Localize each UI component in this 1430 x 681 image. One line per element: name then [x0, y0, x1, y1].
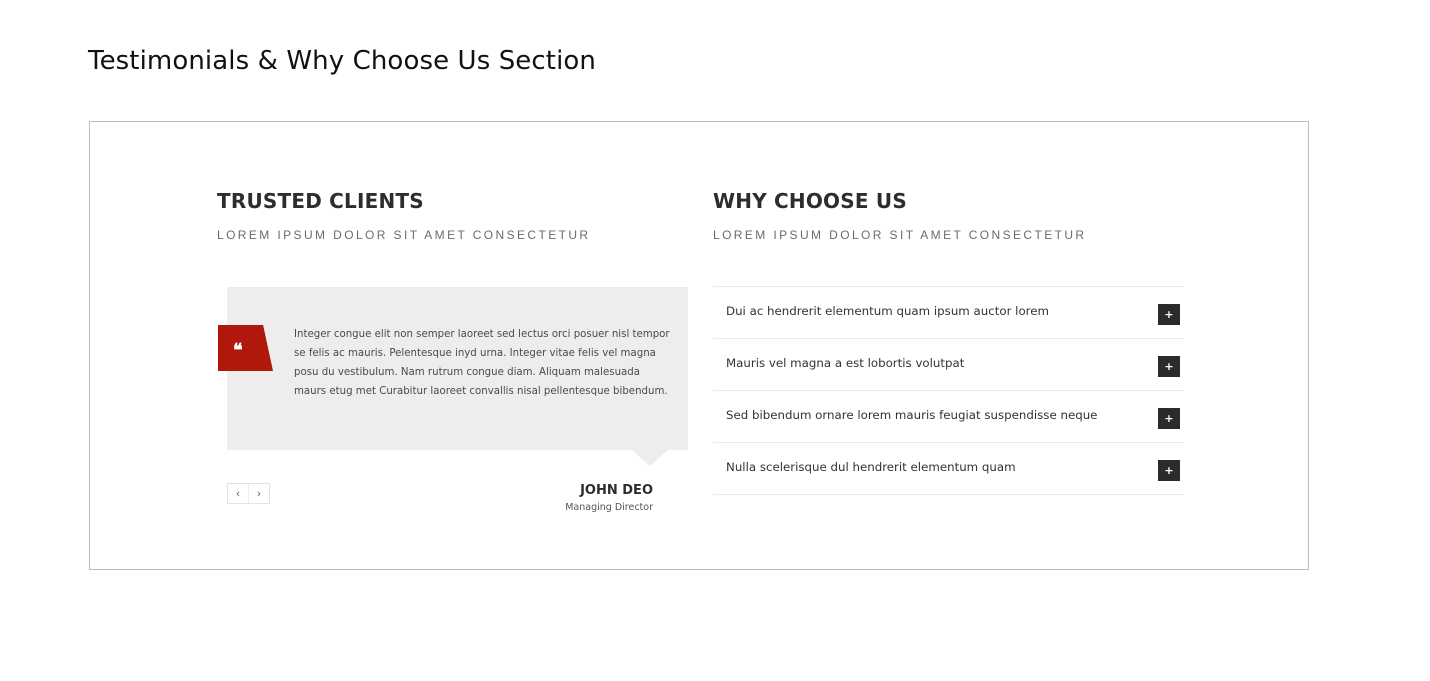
- accordion-item[interactable]: Nulla scelerisque dul hendrerit elementu…: [713, 443, 1184, 495]
- author-role: Managing Director: [565, 502, 653, 513]
- why-choose-us-heading: WHY CHOOSE US: [713, 189, 907, 213]
- accordion-item[interactable]: Sed bibendum ornare lorem mauris feugiat…: [713, 391, 1184, 443]
- testimonial-text: Integer congue elit non semper laoreet s…: [294, 329, 670, 397]
- quote-box-tail: [650, 450, 668, 466]
- author-name: JOHN DEO: [580, 483, 653, 498]
- accordion-item-label: Mauris vel magna a est lobortis volutpat: [726, 356, 965, 370]
- why-choose-us-accordion: Dui ac hendrerit elementum quam ipsum au…: [713, 286, 1184, 495]
- accordion-item-label: Nulla scelerisque dul hendrerit elementu…: [726, 460, 1016, 474]
- why-choose-us-subheading: LOREM IPSUM DOLOR SIT AMET CONSECTETUR: [713, 228, 1087, 242]
- chevron-right-icon[interactable]: ›: [248, 484, 269, 503]
- testimonial-nav: ‹ ›: [227, 483, 270, 504]
- chevron-left-icon[interactable]: ‹: [228, 484, 248, 503]
- plus-icon[interactable]: +: [1158, 460, 1180, 481]
- trusted-clients-subheading: LOREM IPSUM DOLOR SIT AMET CONSECTETUR: [217, 228, 591, 242]
- plus-icon[interactable]: +: [1158, 304, 1180, 325]
- trusted-clients-heading: TRUSTED CLIENTS: [217, 189, 424, 213]
- accordion-item-label: Dui ac hendrerit elementum quam ipsum au…: [726, 304, 1050, 318]
- accordion-item[interactable]: Dui ac hendrerit elementum quam ipsum au…: [713, 287, 1184, 339]
- accordion-item-label: Sed bibendum ornare lorem mauris feugiat…: [726, 408, 1098, 422]
- plus-icon[interactable]: +: [1158, 356, 1180, 377]
- quote-icon: ❝: [233, 339, 243, 361]
- page-title: Testimonials & Why Choose Us Section: [88, 46, 596, 76]
- accordion-item[interactable]: Mauris vel magna a est lobortis volutpat…: [713, 339, 1184, 391]
- section-frame: TRUSTED CLIENTS LOREM IPSUM DOLOR SIT AM…: [89, 121, 1309, 570]
- plus-icon[interactable]: +: [1158, 408, 1180, 429]
- quote-box-tail: [632, 450, 650, 466]
